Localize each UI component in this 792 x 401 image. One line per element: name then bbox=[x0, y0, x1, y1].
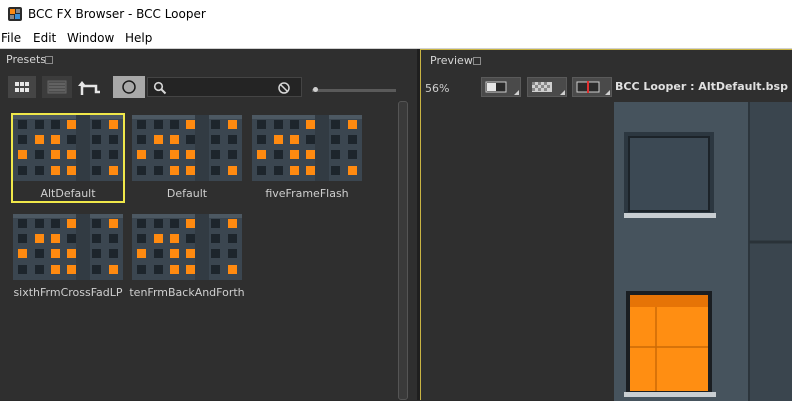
preset-altdefault[interactable]: AltDefault bbox=[11, 113, 128, 207]
preset-tenfrmbackandforth[interactable]: tenFrmBackAndForth bbox=[129, 214, 247, 306]
presets-grid: AltDefault Default fiveFrameFlash sixthF… bbox=[0, 105, 395, 400]
search-icon bbox=[153, 81, 167, 95]
preset-label: Default bbox=[166, 187, 208, 200]
preview-image bbox=[614, 102, 792, 401]
search-field[interactable] bbox=[147, 77, 302, 97]
dropdown-arrow-icon bbox=[605, 90, 610, 95]
menu-edit[interactable]: Edit bbox=[33, 30, 56, 46]
record-toggle-button[interactable] bbox=[113, 76, 145, 98]
presets-scrollbar[interactable] bbox=[398, 101, 408, 400]
dropdown-arrow-icon bbox=[560, 90, 565, 95]
slider-handle[interactable] bbox=[313, 87, 318, 92]
scrollbar-thumb[interactable] bbox=[398, 101, 408, 400]
list-view-button[interactable] bbox=[42, 76, 72, 98]
dropdown-arrow-icon bbox=[514, 90, 519, 95]
preset-thumbnail bbox=[132, 115, 242, 181]
menu-help[interactable]: Help bbox=[125, 30, 152, 46]
app-icon bbox=[8, 7, 22, 21]
preset-thumbnail bbox=[13, 214, 123, 280]
compare-mode-button[interactable] bbox=[572, 77, 612, 97]
preset-thumbnail bbox=[252, 115, 362, 181]
presets-toolbar bbox=[0, 71, 417, 101]
preset-label: sixthFrmCrossFadLP bbox=[13, 286, 123, 299]
preview-float-icon[interactable] bbox=[473, 57, 481, 65]
preview-title: Preview bbox=[430, 54, 473, 67]
thumbnail-size-slider[interactable] bbox=[312, 89, 396, 92]
zoom-level[interactable]: 56% bbox=[425, 82, 449, 95]
preview-panel: Preview 56% BCC Looper : AltDefault.bsp bbox=[420, 49, 792, 401]
presets-title: Presets bbox=[6, 53, 47, 66]
window-title: BCC FX Browser - BCC Looper bbox=[28, 7, 206, 21]
preset-label: tenFrmBackAndForth bbox=[129, 286, 245, 299]
menu-bar: File Edit Window Help bbox=[0, 28, 792, 49]
menu-file[interactable]: File bbox=[1, 30, 21, 46]
grid-view-button[interactable] bbox=[8, 76, 36, 98]
clear-search-icon[interactable] bbox=[277, 81, 291, 95]
background-mode-button[interactable] bbox=[527, 77, 567, 97]
list-view-icon bbox=[47, 80, 67, 94]
circle-icon bbox=[122, 80, 136, 94]
grid-view-icon bbox=[15, 82, 29, 92]
title-bar: BCC FX Browser - BCC Looper bbox=[0, 0, 792, 28]
view-mode-button[interactable] bbox=[481, 77, 521, 97]
preview-caption: BCC Looper : AltDefault.bsp bbox=[615, 80, 788, 93]
presets-float-icon[interactable] bbox=[45, 56, 53, 64]
parent-folder-button[interactable] bbox=[76, 76, 106, 98]
presets-panel: Presets AltDefault Default fiveFrameFlas… bbox=[0, 49, 417, 400]
preset-sixthfrmcrossfadlp[interactable]: sixthFrmCrossFadLP bbox=[13, 214, 128, 306]
preset-fiveframeflash[interactable]: fiveFrameFlash bbox=[252, 115, 367, 207]
preset-label: fiveFrameFlash bbox=[265, 187, 349, 200]
preset-default[interactable]: Default bbox=[132, 115, 247, 207]
menu-window[interactable]: Window bbox=[67, 30, 114, 46]
preset-label: AltDefault bbox=[40, 187, 96, 200]
up-arrow-icon bbox=[78, 81, 100, 95]
preset-thumbnail bbox=[132, 214, 242, 280]
